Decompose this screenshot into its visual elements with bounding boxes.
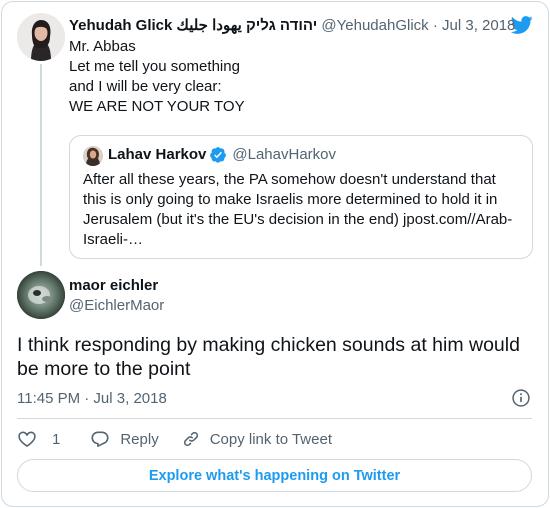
parent-text-line: WE ARE NOT YOUR TOY: [69, 98, 245, 115]
tweet-timestamp[interactable]: 11:45 PM · Jul 3, 2018: [17, 389, 167, 409]
parent-tweet-date[interactable]: Jul 3, 2018: [442, 17, 515, 34]
quoted-author-handle: @LahavHarkov: [232, 146, 336, 163]
main-author-avatar[interactable]: [17, 271, 65, 319]
heart-icon: [18, 431, 36, 447]
link-icon: [183, 431, 198, 447]
copy-link-button[interactable]: Copy link to Tweet: [181, 429, 332, 449]
parent-tweet-text: Mr. Abbas Let me tell you something and …: [69, 37, 245, 117]
tweet-actions-bar: 1 Reply Copy link to Tweet: [17, 428, 332, 450]
divider: [17, 418, 532, 419]
reply-icon: [91, 431, 109, 447]
parent-text-line: and I will be very clear:: [69, 78, 222, 95]
quoted-author-name: Lahav Harkov: [108, 146, 207, 163]
verified-badge-icon: [210, 147, 227, 163]
info-icon[interactable]: [511, 388, 531, 408]
quoted-tweet-header: Lahav Harkov @LahavHarkov: [108, 145, 336, 165]
main-tweet-text: I think responding by making chicken sou…: [17, 334, 520, 380]
quoted-author-avatar: [83, 146, 103, 166]
reply-label: Reply: [120, 430, 159, 448]
parent-author-handle[interactable]: @YehudahGlick: [321, 17, 428, 34]
like-count: 1: [52, 430, 61, 448]
explore-twitter-button[interactable]: Explore what's happening on Twitter: [17, 459, 532, 492]
parent-author-name[interactable]: Yehudah Glick יהודה גליק يهودا جليك: [69, 17, 317, 34]
copy-link-label: Copy link to Tweet: [209, 430, 332, 448]
parent-tweet-header: Yehudah Glick יהודה גליק يهودا جليك @Yeh…: [69, 16, 515, 36]
main-author-name[interactable]: maor eichler: [69, 276, 158, 296]
parent-text-line: Mr. Abbas: [69, 38, 136, 55]
like-button[interactable]: 1: [17, 429, 60, 449]
reply-button[interactable]: Reply: [90, 429, 159, 449]
parent-author-avatar[interactable]: [17, 13, 65, 61]
separator-dot: ·: [432, 17, 438, 34]
thread-connector-line: [40, 64, 42, 266]
quoted-tweet[interactable]: Lahav Harkov @LahavHarkov After all thes…: [69, 135, 533, 259]
main-author-handle[interactable]: @EichlerMaor: [69, 296, 164, 316]
parent-text-line: Let me tell you something: [69, 58, 240, 75]
quoted-tweet-text: After all these years, the PA somehow do…: [83, 171, 513, 248]
